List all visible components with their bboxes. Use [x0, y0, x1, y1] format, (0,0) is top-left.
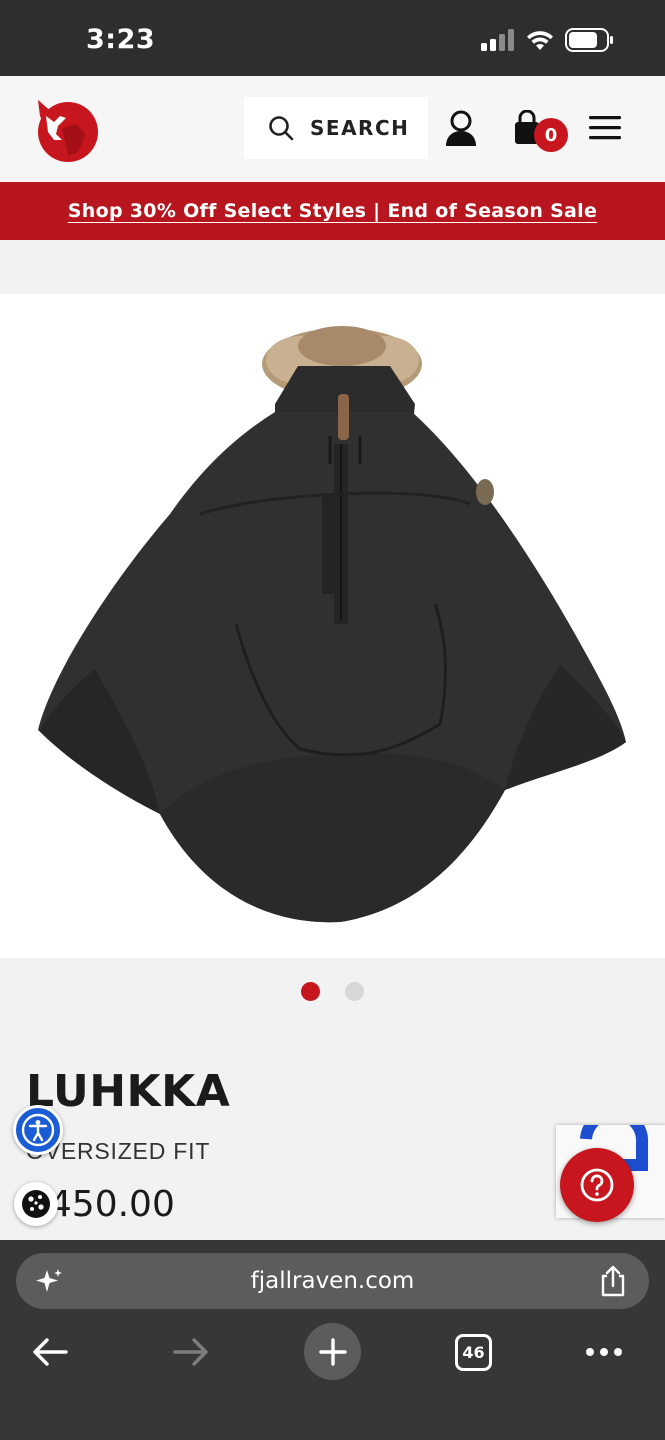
- carousel-dot-1[interactable]: [301, 982, 320, 1001]
- accessibility-button[interactable]: [13, 1105, 63, 1155]
- account-icon[interactable]: [444, 110, 478, 148]
- share-icon[interactable]: [598, 1264, 628, 1298]
- carousel-dot-2[interactable]: [345, 982, 364, 1001]
- back-arrow-icon[interactable]: [31, 1336, 69, 1368]
- forward-arrow-icon: [173, 1338, 208, 1366]
- address-bar[interactable]: fjallraven.com: [16, 1253, 649, 1309]
- plus-icon: [318, 1337, 347, 1366]
- cart-count-badge[interactable]: 0: [534, 118, 568, 152]
- wifi-icon: [527, 31, 553, 50]
- help-icon: [580, 1168, 614, 1202]
- menu-icon[interactable]: [588, 114, 622, 142]
- search-icon: [269, 116, 294, 141]
- status-icons: [481, 28, 615, 52]
- status-time: 3:23: [86, 24, 156, 55]
- fox-logo-icon[interactable]: [32, 94, 100, 164]
- site-header: SEARCH 0: [0, 76, 665, 182]
- cookie-settings-button[interactable]: [14, 1182, 58, 1226]
- search-button[interactable]: SEARCH: [244, 97, 428, 159]
- tab-switcher-button[interactable]: 46: [455, 1334, 492, 1371]
- battery-icon: [565, 28, 613, 52]
- signal-icon: [481, 29, 514, 51]
- poncho-illustration: [38, 326, 626, 923]
- product-image[interactable]: [0, 294, 665, 958]
- status-bar: 3:23: [0, 0, 665, 76]
- promo-banner: Shop 30% Off Select Styles | End of Seas…: [0, 182, 665, 240]
- help-button[interactable]: [560, 1148, 634, 1222]
- cookie-icon: [22, 1190, 50, 1218]
- search-label: SEARCH: [310, 116, 410, 140]
- accessibility-icon: [21, 1113, 55, 1147]
- product-title: LUHKKA: [26, 1066, 231, 1117]
- sparkle-icon[interactable]: [34, 1267, 64, 1297]
- image-carousel-dots: [0, 982, 665, 1004]
- new-tab-button[interactable]: [304, 1323, 361, 1380]
- url-text: fjallraven.com: [250, 1268, 415, 1294]
- promo-link[interactable]: Shop 30% Off Select Styles | End of Seas…: [68, 200, 597, 222]
- content-spacer: [0, 240, 665, 294]
- more-options-icon[interactable]: [584, 1346, 624, 1358]
